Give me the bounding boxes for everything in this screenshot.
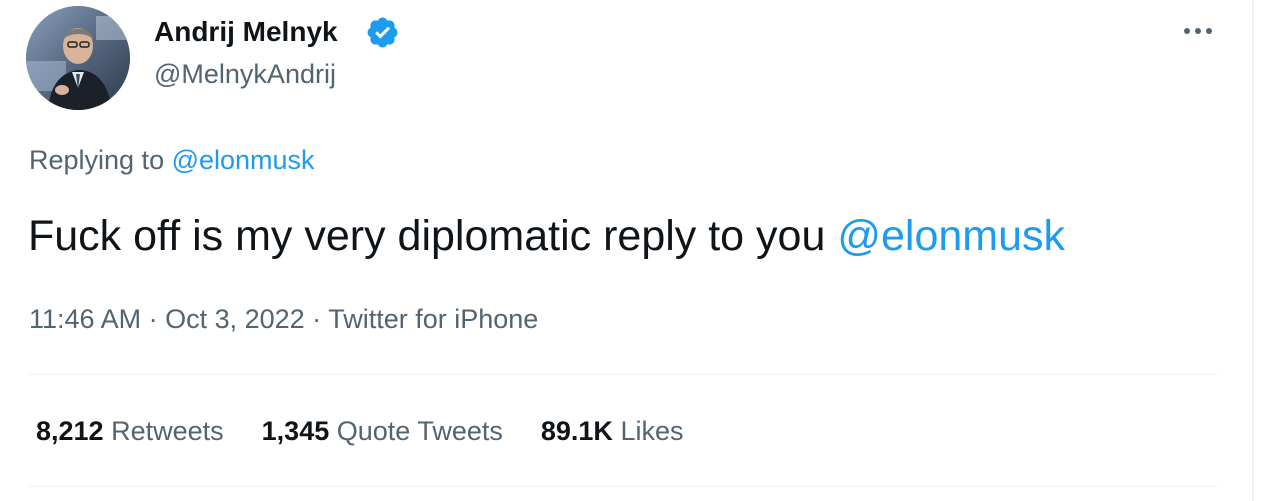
tweet-meta: 11:46 AM · Oct 3, 2022 · Twitter for iPh…: [29, 302, 538, 336]
tweet-stats: 8,212 Retweets 1,345 Quote Tweets 89.1K Li…: [36, 414, 721, 448]
tweet-body-text: Fuck off is my very diplomatic reply to …: [28, 212, 838, 260]
retweets-stat[interactable]: 8,212 Retweets: [36, 414, 224, 448]
tweet-time-link[interactable]: 11:46 AM: [29, 304, 141, 334]
tweet-source-link[interactable]: Twitter for iPhone: [328, 304, 538, 334]
likes-label: Likes: [620, 416, 684, 446]
timeline-border: [1252, 0, 1254, 501]
author-display-name[interactable]: Andrij Melnyk: [154, 14, 338, 50]
author-avatar[interactable]: [26, 6, 130, 110]
retweets-label: Retweets: [111, 416, 224, 446]
tweet-mention-link[interactable]: @elonmusk: [837, 212, 1065, 260]
replying-to-mention-link[interactable]: @elonmusk: [172, 145, 315, 175]
retweets-count: 8,212: [36, 416, 104, 446]
quote-tweets-label: Quote Tweets: [336, 416, 503, 446]
more-options-icon[interactable]: [1178, 16, 1218, 46]
quote-tweets-count: 1,345: [261, 416, 330, 446]
replying-to-prefix: Replying to: [29, 145, 172, 175]
author-handle[interactable]: @MelnykAndrij: [154, 57, 336, 91]
quote-tweets-stat[interactable]: 1,345 Quote Tweets: [262, 414, 503, 448]
verified-badge-icon: [367, 17, 398, 48]
meta-separator: ·: [304, 304, 329, 334]
likes-count: 89.1K: [540, 416, 613, 446]
tweet-text: Fuck off is my very diplomatic reply to …: [28, 208, 1065, 264]
replying-to-line: Replying to @elonmusk: [29, 143, 315, 177]
divider: [28, 374, 1218, 375]
divider: [28, 486, 1218, 487]
likes-stat[interactable]: 89.1K Likes: [541, 414, 684, 448]
tweet-date-link[interactable]: Oct 3, 2022: [165, 304, 305, 334]
meta-separator: ·: [141, 304, 166, 334]
avatar-photo: [26, 6, 130, 110]
tweet-detail: Andrij Melnyk @MelnykAndrij Replying to …: [0, 0, 1252, 501]
